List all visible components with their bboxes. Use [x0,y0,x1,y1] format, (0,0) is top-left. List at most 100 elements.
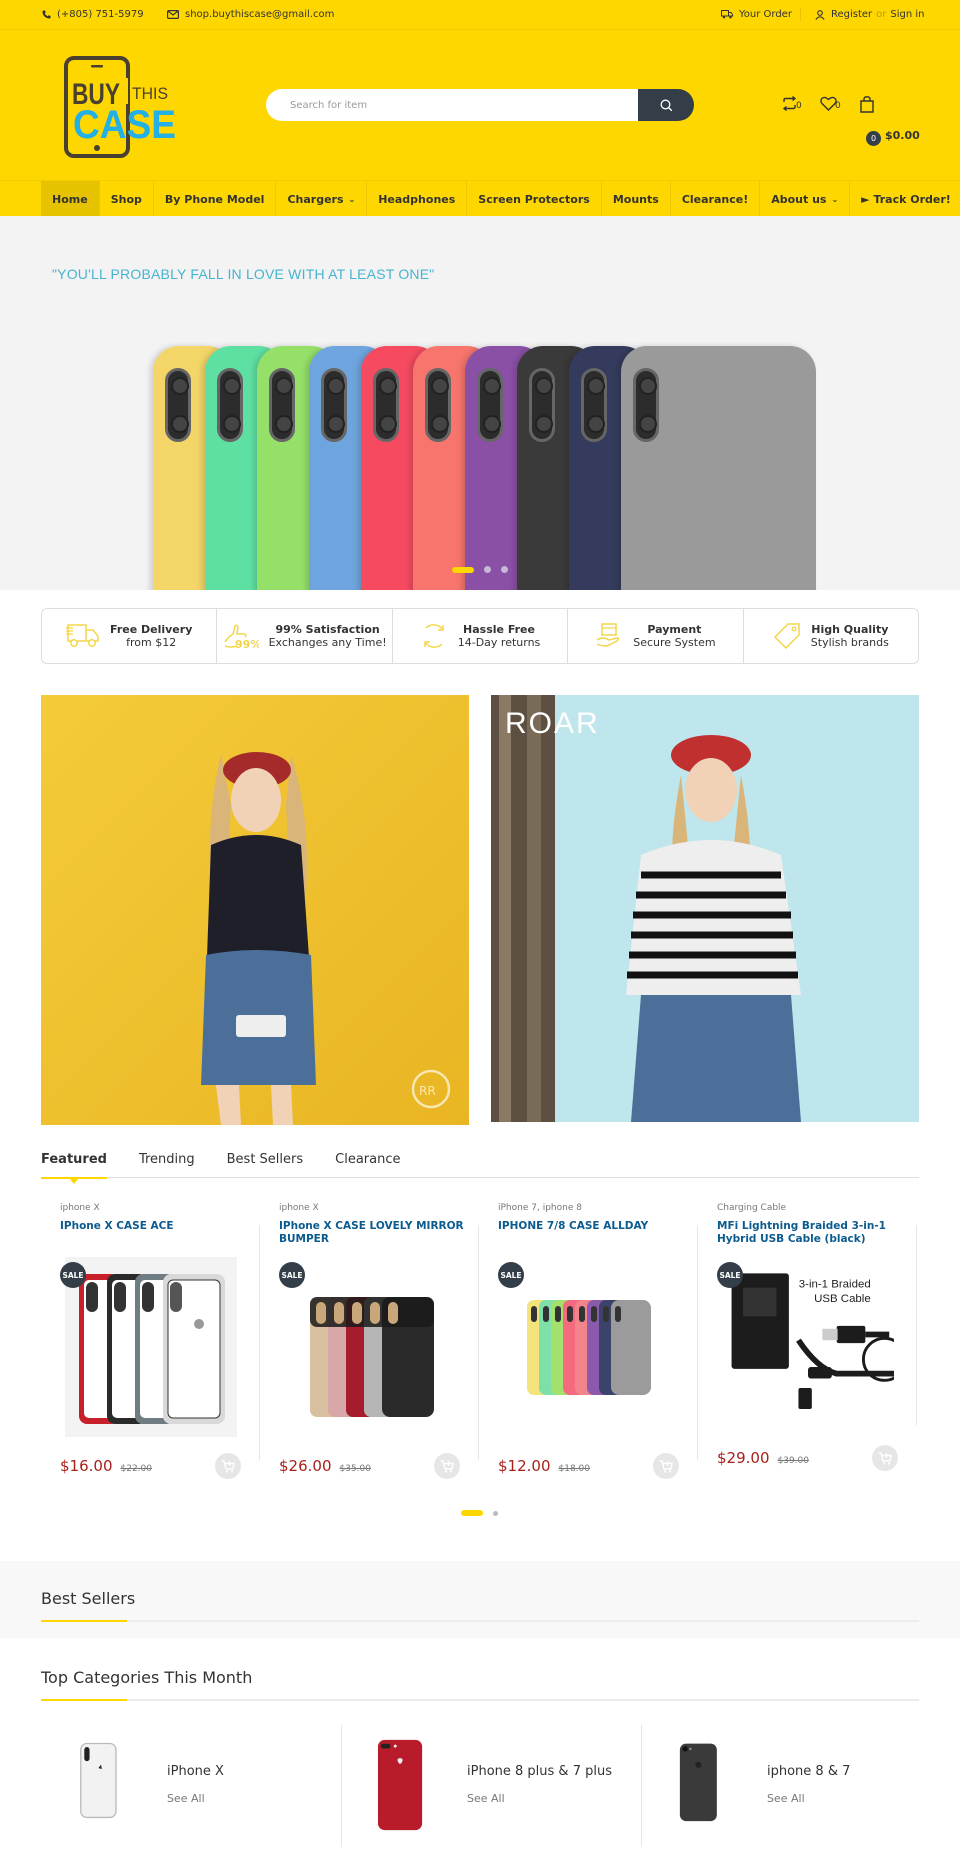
add-to-cart-button[interactable] [872,1445,898,1471]
nav-label: Chargers [287,192,344,206]
product-name[interactable]: IPhone X CASE ACE [60,1220,250,1233]
user-icon [815,9,825,20]
top-categories-title: Top Categories This Month [41,1668,253,1687]
header: BUY THIS CASE 0 0 0 $0.00 [0,30,960,180]
product-image[interactable] [65,1257,237,1437]
feature-title: High Quality [811,623,889,636]
product-image[interactable] [284,1257,456,1437]
promo-banner-left[interactable]: RR [41,695,469,1125]
tab-best-sellers[interactable]: Best Sellers [227,1150,304,1178]
feature-title: 99% Satisfaction [275,623,380,636]
cart-add-icon [440,1459,454,1473]
tab-featured[interactable]: Featured [41,1150,107,1184]
tab-trending[interactable]: Trending [139,1150,195,1178]
feature-title: Payment [647,623,702,636]
see-all-link[interactable]: See All [767,1792,805,1805]
your-order-link[interactable]: Your Order [721,9,792,20]
carousel-dot[interactable] [493,1510,498,1516]
price-group: $26.00 $35.00 [279,1457,371,1475]
phone-contact[interactable]: (+805) 751-5979 [42,9,144,20]
current-price: $12.00 [498,1457,551,1475]
nav-item-headphones[interactable]: Headphones [367,181,468,217]
or-separator: or [876,9,887,20]
logo[interactable]: BUY THIS CASE [64,56,184,160]
section-underline [41,1699,919,1701]
see-all-link[interactable]: See All [167,1792,205,1805]
feature-subtitle: from $12 [126,636,177,649]
camera-module [425,368,451,442]
hero-dot[interactable] [484,566,491,573]
compare-count: 0 [796,101,802,111]
nav-label: By Phone Model [164,192,265,206]
hero-pagination [452,566,508,573]
nav-item-mounts[interactable]: Mounts [602,181,671,217]
register-link[interactable]: Register [831,9,872,20]
search-icon [660,99,672,111]
camera-module [633,368,659,442]
nav-item-chargers[interactable]: Chargers ⌄ [276,181,368,217]
thumbs-up-icon: 99% [223,624,259,650]
product-name[interactable]: IPHONE 7/8 CASE ALLDAY [498,1220,688,1233]
cart-count-badge: 0 [866,131,881,146]
nav-item-clearance[interactable]: Clearance! [671,181,761,217]
product-image[interactable] [503,1257,675,1437]
email-contact[interactable]: shop.buythiscase@gmail.com [167,9,334,20]
feature-hassle-free: Hassle Free 14-Day returns [393,609,569,663]
nav-item-screen-protectors[interactable]: Screen Protectors [467,181,602,217]
hero-dot[interactable] [501,566,508,573]
product-category[interactable]: iPhone 7, iphone 8 [498,1203,582,1213]
truck-icon [66,624,99,647]
old-price: $18.00 [558,1464,591,1474]
carousel-dot[interactable] [461,1510,483,1516]
see-all-link[interactable]: See All [467,1792,505,1805]
search-input[interactable] [266,89,638,121]
category-item[interactable]: iPhone X See All [41,1722,341,1852]
product-category[interactable]: iphone X [279,1203,319,1213]
category-item[interactable]: iphone 8 & 7 See All [641,1722,941,1852]
sign-in-link[interactable]: Sign in [890,9,924,20]
main-navigation: Home Shop By Phone Model Chargers ⌄ Headp… [0,180,960,217]
product-category[interactable]: iphone X [60,1203,100,1213]
nav-item-about-us[interactable]: About us ⌄ [760,181,851,217]
cable-image-text: 3-in-1 Braided [799,1279,871,1291]
feature-subtitle: Exchanges any Time! [268,636,387,649]
nav-item-home[interactable]: Home [41,181,100,217]
chevron-down-icon: ⌄ [831,194,839,204]
category-image-iphone-8 [679,1743,717,1822]
card-divider [916,1225,917,1425]
compare-button[interactable]: 0 [781,96,802,111]
hero-slider[interactable]: "YOU'LL PROBABLY FALL IN LOVE WITH AT LE… [0,216,960,590]
cart-total[interactable]: $0.00 [885,129,920,142]
feature-subtitle: Secure System [633,636,716,649]
nav-item-shop[interactable]: Shop [100,181,154,217]
product-name[interactable]: IPhone X CASE LOVELY MIRROR BUMPER [279,1220,469,1246]
category-item[interactable]: iPhone 8 plus & 7 plus See All [341,1722,641,1852]
feature-payment: Payment Secure System [568,609,744,663]
wishlist-count: 0 [835,101,841,111]
best-sellers-title: Best Sellers [41,1589,136,1608]
wishlist-button[interactable]: 0 [820,96,841,111]
promo-banner-right[interactable]: ROAR [491,695,919,1122]
sale-badge: SALE [498,1262,524,1288]
account-links: Register or Sign in [815,9,925,20]
add-to-cart-button[interactable] [434,1453,460,1479]
tab-clearance[interactable]: Clearance [335,1150,400,1178]
best-sellers-section: Best Sellers [0,1561,960,1638]
shopping-bag-icon [860,96,874,113]
nav-item-track-order[interactable]: ► Track Order! [850,181,960,217]
hero-dot[interactable] [452,566,474,573]
cart-button[interactable] [860,96,874,113]
camera-module [529,368,555,442]
add-to-cart-button[interactable] [215,1453,241,1479]
add-to-cart-button[interactable] [653,1453,679,1479]
sale-badge: SALE [279,1262,305,1288]
product-image[interactable]: 3-in-1 Braided USB Cable [722,1255,894,1435]
search-button[interactable] [638,89,694,121]
nav-label: Mounts [612,192,659,206]
topbar-divider [800,8,801,21]
product-category[interactable]: Charging Cable [717,1203,786,1213]
product-name[interactable]: MFi Lightning Braided 3-in-1 Hybrid USB … [717,1220,907,1246]
old-price: $22.00 [120,1464,153,1474]
nav-label: Clearance! [681,192,749,206]
nav-item-by-phone-model[interactable]: By Phone Model [154,181,277,217]
